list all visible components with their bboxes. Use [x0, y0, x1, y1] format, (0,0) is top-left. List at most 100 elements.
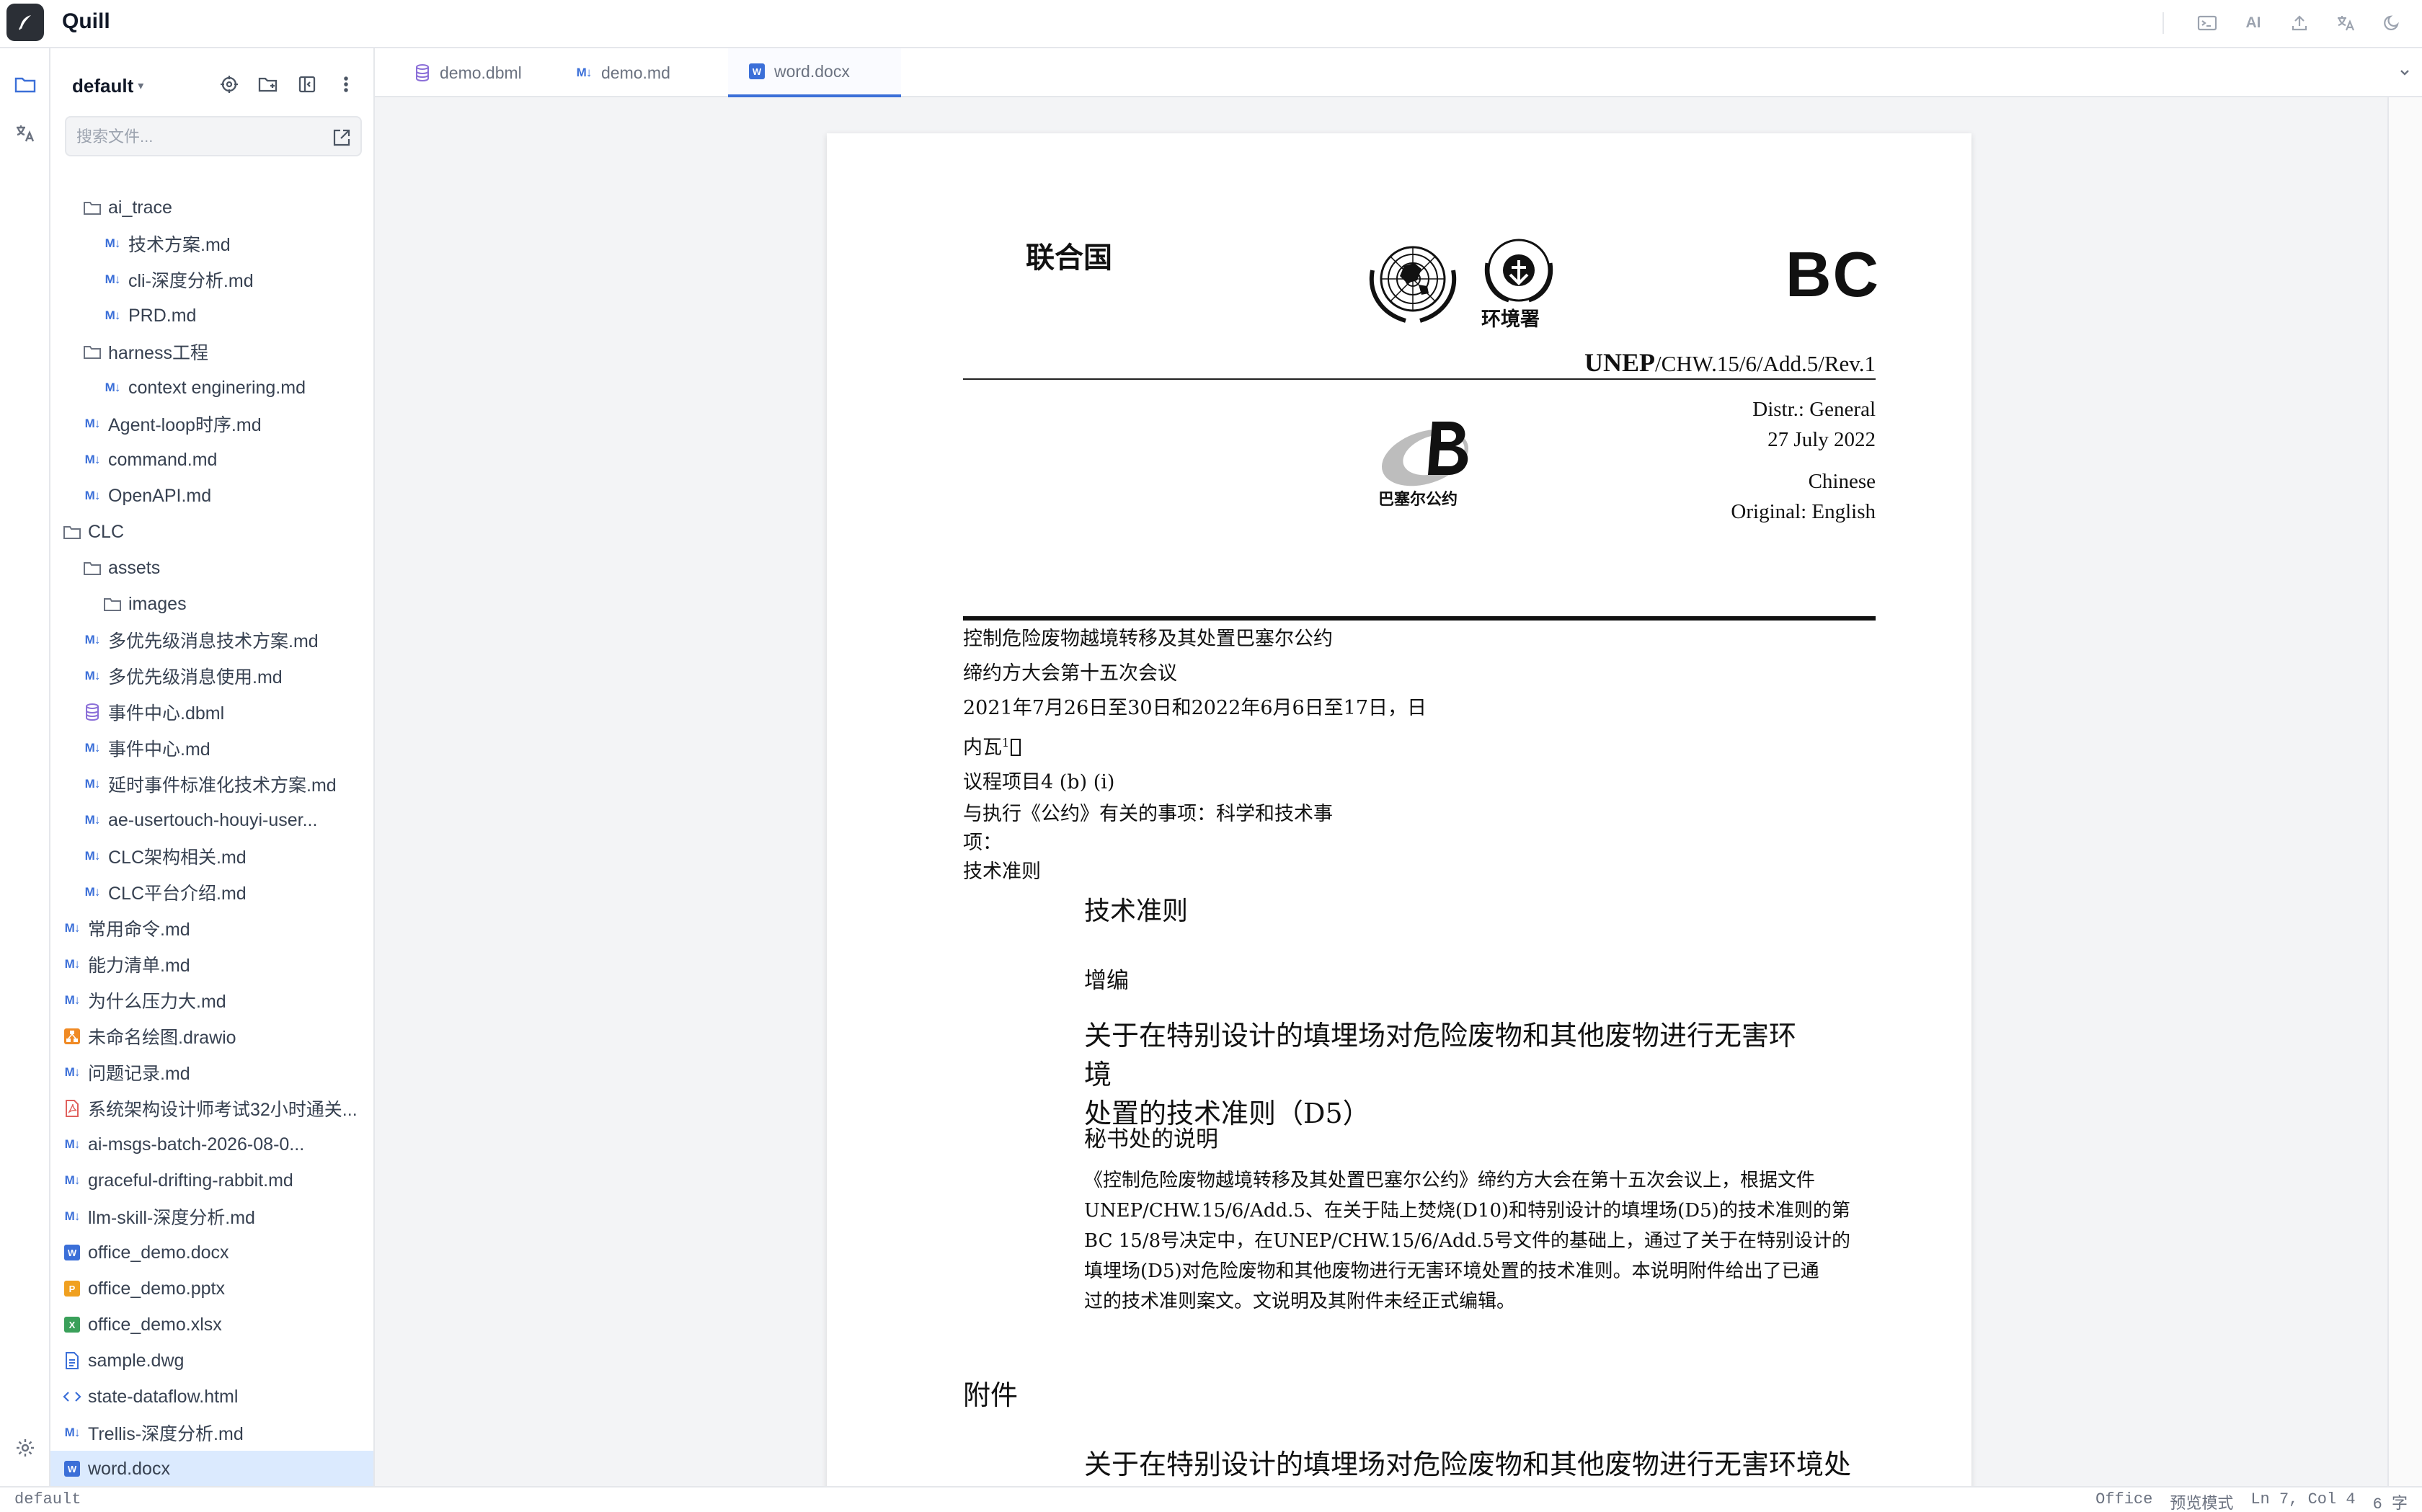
tree-file[interactable]: M↓ context enginering.md — [50, 370, 373, 406]
file-search — [65, 116, 362, 156]
tree-file[interactable]: M↓ Agent-loop时序.md — [50, 406, 373, 442]
status-cursor-position[interactable]: Ln 7, Col 4 — [2250, 1490, 2355, 1512]
basel-label: 巴塞尔公约 — [1378, 491, 1458, 509]
tree-folder[interactable]: harness工程 — [50, 334, 373, 370]
tree-file[interactable]: M↓ 多优先级消息技术方案.md — [50, 622, 373, 658]
tree-folder[interactable]: ai_trace — [50, 190, 373, 226]
tree-item-label: Trellis-深度分析.md — [88, 1424, 244, 1444]
heading-secretariat-note: 秘书处的说明 — [1084, 1126, 1218, 1152]
tab-label: demo.md — [601, 63, 670, 82]
tree-item-label: CLC — [88, 521, 125, 542]
tree-item-label: office_demo.pptx — [88, 1278, 225, 1299]
tree-item-label: ai-msgs-batch-2026-08-0... — [88, 1134, 305, 1155]
tree-item-label: state-dataflow.html — [88, 1386, 239, 1407]
database-file-icon — [82, 702, 102, 722]
search-input[interactable] — [76, 125, 314, 149]
translate-icon[interactable] — [9, 117, 41, 149]
tab-demo-md[interactable]: M↓ demo.md — [555, 48, 728, 97]
distribution-info: Distr.: General 27 July 2022 Chinese Ori… — [1731, 398, 1876, 523]
tree-item-label: 事件中心.md — [108, 739, 210, 760]
workspace-switcher[interactable]: default ▾ — [72, 70, 143, 102]
tree-file[interactable]: M↓ Trellis-深度分析.md — [50, 1415, 373, 1451]
status-char-count: 6 字 — [2372, 1495, 2408, 1512]
svg-text:W: W — [753, 66, 762, 77]
tree-file[interactable]: M↓ 常用命令.md — [50, 910, 373, 946]
more-options-icon[interactable] — [332, 70, 360, 99]
tree-file[interactable]: state-dataflow.html — [50, 1379, 373, 1415]
tree-file[interactable]: M↓ llm-skill-深度分析.md — [50, 1199, 373, 1235]
folder-icon[interactable] — [9, 68, 41, 100]
markdown-file-icon: M↓ — [84, 489, 101, 502]
tree-item-label: 常用命令.md — [88, 920, 190, 940]
status-mode[interactable]: 预览模式 — [2170, 1490, 2233, 1512]
tree-file[interactable]: M↓ ae-usertouch-houyi-user... — [50, 802, 373, 838]
tree-folder[interactable]: assets — [50, 550, 373, 586]
tree-file[interactable]: Xoffice_demo.xlsx — [50, 1307, 373, 1343]
settings-icon[interactable] — [9, 1432, 41, 1464]
markdown-file-icon: M↓ — [84, 669, 101, 682]
meeting-info: 控制危险废物越境转移及其处置巴塞尔公约 缔约方大会第十五次会议 2021年7月2… — [963, 628, 1427, 883]
collapse-sidebar-icon[interactable] — [293, 70, 321, 99]
tree-file[interactable]: M↓ graceful-drifting-rabbit.md — [50, 1162, 373, 1199]
tree-file[interactable]: Poffice_demo.pptx — [50, 1271, 373, 1307]
translate-icon[interactable] — [2330, 9, 2361, 37]
tree-file[interactable]: M↓ 技术方案.md — [50, 226, 373, 262]
vertical-scrollbar[interactable] — [2387, 97, 2422, 1486]
tree-file[interactable]: M↓ ai-msgs-batch-2026-08-0... — [50, 1126, 373, 1162]
open-external-icon[interactable] — [330, 126, 353, 149]
tree-file[interactable]: Woffice_demo.docx — [50, 1235, 373, 1271]
markdown-file-icon: M↓ — [64, 1137, 81, 1151]
tree-item-label: office_demo.xlsx — [88, 1314, 222, 1335]
tree-file[interactable]: 系统架构设计师考试32小时通关... — [50, 1090, 373, 1126]
tree-folder[interactable]: images — [50, 586, 373, 622]
pdf-file-icon — [62, 1098, 82, 1119]
tree-file[interactable]: M↓ cli-深度分析.md — [50, 262, 373, 298]
svg-text:X: X — [69, 1320, 76, 1330]
tree-file[interactable]: M↓ CLC架构相关.md — [50, 838, 373, 874]
terminal-icon[interactable] — [2191, 9, 2223, 37]
heading-technical-guidelines: 技术准则 — [1084, 897, 1189, 926]
markdown-file-icon: M↓ — [105, 272, 121, 286]
tree-item-label: OpenAPI.md — [108, 485, 212, 506]
word-file-icon: W — [62, 1459, 82, 1479]
tree-item-label: graceful-drifting-rabbit.md — [88, 1170, 293, 1191]
tree-file[interactable]: M↓ OpenAPI.md — [50, 478, 373, 514]
tree-folder[interactable]: CLC — [50, 514, 373, 550]
tree-file[interactable]: 未命名绘图.drawio — [50, 1018, 373, 1054]
new-folder-icon[interactable] — [254, 70, 283, 99]
tree-file[interactable]: 事件中心.dbml — [50, 694, 373, 730]
ai-icon[interactable]: AI — [2237, 9, 2269, 37]
locate-file-icon[interactable] — [215, 70, 244, 99]
note-paragraph: 《控制危险废物越境转移及其处置巴塞尔公约》缔约方大会在第十五次会议上，根据文件 … — [1084, 1170, 1851, 1312]
tree-file[interactable]: M↓ 为什么压力大.md — [50, 982, 373, 1018]
svg-text:W: W — [68, 1464, 77, 1475]
tab-demo-dbml[interactable]: demo.dbml — [394, 48, 555, 97]
workspace-name: default — [72, 74, 134, 97]
app-logo-icon[interactable] — [6, 4, 44, 41]
tree-file[interactable]: Wword.docx — [50, 1451, 373, 1486]
tree-file[interactable]: M↓ 事件中心.md — [50, 730, 373, 766]
tree-item-label: PRD.md — [128, 305, 197, 326]
tree-file[interactable]: sample.dwg — [50, 1343, 373, 1379]
tree-file[interactable]: M↓ PRD.md — [50, 298, 373, 334]
markdown-file-icon: M↓ — [64, 1173, 81, 1187]
activity-rail — [0, 48, 50, 1486]
tree-file[interactable]: M↓ CLC平台介绍.md — [50, 874, 373, 910]
upload-icon[interactable] — [2284, 9, 2315, 37]
code-file-icon — [62, 1387, 82, 1407]
moon-icon[interactable] — [2376, 9, 2408, 37]
tree-item-label: Agent-loop时序.md — [108, 415, 262, 435]
database-file-icon — [412, 63, 432, 83]
tree-item-label: 问题记录.md — [88, 1064, 190, 1084]
chevron-down-icon[interactable] — [2393, 61, 2416, 84]
tree-file[interactable]: M↓ 能力清单.md — [50, 946, 373, 982]
markdown-file-icon: M↓ — [105, 381, 121, 394]
tree-file[interactable]: M↓ 延时事件标准化技术方案.md — [50, 766, 373, 802]
markdown-file-icon: M↓ — [84, 741, 101, 755]
tree-file[interactable]: M↓ command.md — [50, 442, 373, 478]
document-viewer[interactable]: 联合国 环境署 BC UNEP/CHW.15/6/Add.5/Rev.1 Dis… — [375, 97, 2387, 1486]
tab-word-docx[interactable]: Wword.docx — [728, 48, 901, 97]
tree-file[interactable]: M↓ 多优先级消息使用.md — [50, 658, 373, 694]
tree-item-label: assets — [108, 557, 161, 578]
tree-file[interactable]: M↓ 问题记录.md — [50, 1054, 373, 1090]
